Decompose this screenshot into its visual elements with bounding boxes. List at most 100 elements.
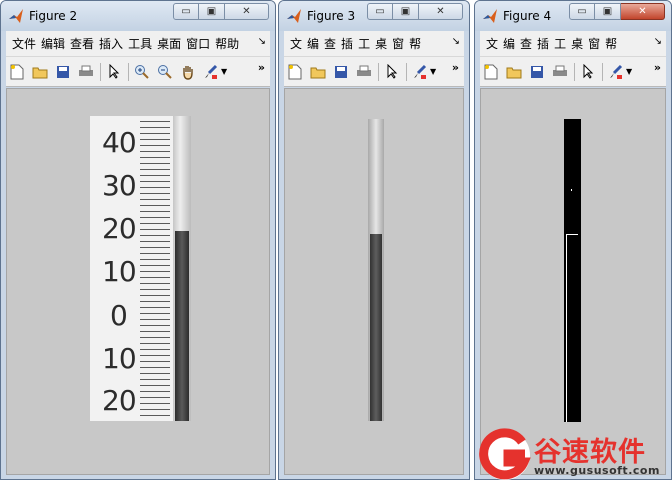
close-button[interactable]: ✕ <box>225 3 269 20</box>
new-file-icon[interactable] <box>482 63 500 81</box>
pointer-icon[interactable] <box>383 63 401 81</box>
brush-icon[interactable] <box>607 63 625 81</box>
close-button[interactable]: ✕ <box>621 3 665 20</box>
watermark-url: www.gususoft.com <box>534 464 660 477</box>
toolbar-overflow-icon[interactable]: » <box>452 61 459 74</box>
watermark: 谷速软件 www.gususoft.com <box>474 426 672 485</box>
open-folder-icon[interactable] <box>31 63 49 81</box>
minimize-button[interactable]: ▭ <box>173 3 199 20</box>
menu-insert[interactable]: 插 <box>537 35 549 52</box>
title-bar[interactable]: Figure 4 ▭ ▣ ✕ <box>475 1 671 31</box>
figure-canvas[interactable]: 40 30 20 10 0 10 20 <box>6 88 270 475</box>
save-icon[interactable] <box>528 63 546 81</box>
chevron-down-icon[interactable]: ▼ <box>626 67 632 76</box>
chevron-down-icon[interactable]: ▼ <box>221 67 227 76</box>
zoom-out-icon[interactable] <box>156 63 174 81</box>
toolbar-separator <box>378 62 379 81</box>
menu-window[interactable]: 窗 <box>392 35 404 52</box>
menu-overflow-icon[interactable]: ↘ <box>452 36 460 47</box>
edge-line <box>566 234 567 422</box>
save-icon[interactable] <box>332 63 350 81</box>
figure-4-window[interactable]: Figure 4 ▭ ▣ ✕ 文 编 查 插 工 桌 窗 帮 ↘ ▼ » <box>474 0 672 480</box>
close-button[interactable]: ✕ <box>419 3 463 20</box>
menu-bar: 文件 编辑 查看 插入 工具 桌面 窗口 帮助 ↘ <box>6 31 270 57</box>
menu-desktop[interactable]: 桌面 <box>157 35 181 52</box>
menu-edit[interactable]: 编 <box>503 35 515 52</box>
maximize-button[interactable]: ▣ <box>393 3 419 20</box>
brush-icon[interactable] <box>202 63 220 81</box>
menu-edit[interactable]: 编 <box>307 35 319 52</box>
gususoft-logo-icon <box>479 428 531 480</box>
mercury-column <box>370 234 382 421</box>
menu-file[interactable]: 文 <box>290 35 302 52</box>
pointer-icon[interactable] <box>579 63 597 81</box>
menu-window[interactable]: 窗 <box>588 35 600 52</box>
maximize-button[interactable]: ▣ <box>595 3 621 20</box>
window-title: Figure 4 <box>503 9 552 23</box>
toolbar-separator <box>100 62 101 81</box>
menu-help[interactable]: 帮 <box>605 35 617 52</box>
print-icon[interactable] <box>355 63 373 81</box>
ruler-label: 10 <box>102 255 137 288</box>
mercury-column <box>175 231 189 421</box>
figure-canvas[interactable] <box>480 88 666 475</box>
save-icon[interactable] <box>54 63 72 81</box>
ruler-label: 20 <box>102 384 137 417</box>
figure-2-window[interactable]: Figure 2 ▭ ▣ ✕ 文件 编辑 查看 插入 工具 桌面 窗口 帮助 ↘… <box>0 0 276 480</box>
toolbar-separator <box>128 62 129 81</box>
print-icon[interactable] <box>551 63 569 81</box>
menu-file[interactable]: 文件 <box>12 35 36 52</box>
menu-help[interactable]: 帮 <box>409 35 421 52</box>
new-file-icon[interactable] <box>8 63 26 81</box>
edge-line <box>566 234 578 235</box>
matlab-icon <box>9 9 23 23</box>
toolbar-separator <box>574 62 575 81</box>
ruler-label: 10 <box>102 342 137 375</box>
title-bar[interactable]: Figure 2 ▭ ▣ ✕ <box>1 1 275 31</box>
chevron-down-icon[interactable]: ▼ <box>430 67 436 76</box>
toolbar-overflow-icon[interactable]: » <box>258 61 265 74</box>
menu-overflow-icon[interactable]: ↘ <box>654 36 662 47</box>
minimize-button[interactable]: ▭ <box>367 3 393 20</box>
print-icon[interactable] <box>77 63 95 81</box>
menu-overflow-icon[interactable]: ↘ <box>258 36 266 47</box>
menu-file[interactable]: 文 <box>486 35 498 52</box>
menu-tools[interactable]: 工 <box>554 35 566 52</box>
maximize-button[interactable]: ▣ <box>199 3 225 20</box>
menu-view[interactable]: 查看 <box>70 35 94 52</box>
new-file-icon[interactable] <box>286 63 304 81</box>
toolbar-separator <box>602 62 603 81</box>
ruler-label: 40 <box>102 126 137 159</box>
menu-desktop[interactable]: 桌 <box>571 35 583 52</box>
matlab-icon <box>483 9 497 23</box>
toolbar: ▼ » <box>6 57 270 87</box>
toolbar-overflow-icon[interactable]: » <box>654 61 661 74</box>
ruler-label: 0 <box>110 299 128 332</box>
zoom-in-icon[interactable] <box>133 63 151 81</box>
menu-insert[interactable]: 插入 <box>99 35 123 52</box>
open-folder-icon[interactable] <box>505 63 523 81</box>
menu-tools[interactable]: 工具 <box>128 35 152 52</box>
thermometer-image: 40 30 20 10 0 10 20 <box>90 116 191 421</box>
ruler-label: 20 <box>102 212 137 245</box>
menu-desktop[interactable]: 桌 <box>375 35 387 52</box>
brush-icon[interactable] <box>411 63 429 81</box>
figure-3-window[interactable]: Figure 3 ▭ ▣ ✕ 文 编 查 插 工 桌 窗 帮 ↘ ▼ » <box>278 0 470 480</box>
menu-window[interactable]: 窗口 <box>186 35 210 52</box>
minimize-button[interactable]: ▭ <box>569 3 595 20</box>
menu-insert[interactable]: 插 <box>341 35 353 52</box>
pan-hand-icon[interactable] <box>179 63 197 81</box>
menu-view[interactable]: 查 <box>324 35 336 52</box>
menu-tools[interactable]: 工 <box>358 35 370 52</box>
toolbar-separator <box>406 62 407 81</box>
window-title: Figure 2 <box>29 9 78 23</box>
menu-view[interactable]: 查 <box>520 35 532 52</box>
menu-help[interactable]: 帮助 <box>215 35 239 52</box>
binary-image <box>564 119 581 422</box>
pointer-icon[interactable] <box>105 63 123 81</box>
open-folder-icon[interactable] <box>309 63 327 81</box>
title-bar[interactable]: Figure 3 ▭ ▣ ✕ <box>279 1 469 31</box>
figure-canvas[interactable] <box>284 88 464 475</box>
menu-edit[interactable]: 编辑 <box>41 35 65 52</box>
menu-bar: 文 编 查 插 工 桌 窗 帮 ↘ <box>284 31 464 57</box>
